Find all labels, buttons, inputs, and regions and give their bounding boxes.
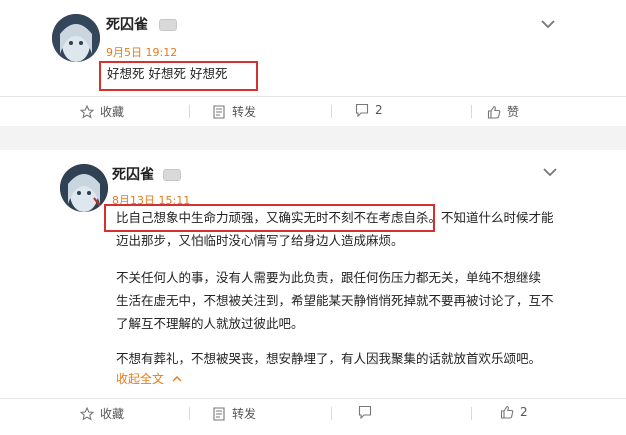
divider bbox=[471, 407, 472, 420]
favorite-button[interactable]: 收藏 bbox=[80, 405, 124, 422]
like-label: 赞 bbox=[507, 105, 520, 119]
comment-button[interactable]: 2 bbox=[355, 103, 383, 117]
repost-label: 转发 bbox=[232, 105, 257, 119]
collapse-button[interactable]: 收起全文 bbox=[116, 370, 182, 387]
text-line: 迈出那步，又怕临时没心情写了给身边人造成麻烦。 bbox=[116, 233, 404, 248]
comment-button[interactable] bbox=[358, 405, 378, 419]
star-icon bbox=[80, 104, 94, 119]
post-paragraph: 不关任何人的事，没有人需要为此负责，跟任何伤压力都无关，单纯不想继续 生活在虚无… bbox=[116, 266, 576, 335]
chevron-down-icon[interactable] bbox=[542, 164, 558, 178]
vip-badge bbox=[163, 169, 181, 181]
username[interactable]: 死囚雀 bbox=[106, 14, 148, 34]
divider bbox=[471, 105, 472, 118]
repost-icon bbox=[213, 406, 225, 421]
divider bbox=[331, 407, 332, 420]
text-line: 了解互不理解的人就放过彼此吧。 bbox=[116, 316, 304, 331]
highlight-box bbox=[99, 61, 258, 91]
favorite-label: 收藏 bbox=[100, 105, 125, 119]
post-card: 死囚雀 8月13日 15:11 比自己想象中生命力顽强，又确实无时不刻不在考虑自… bbox=[0, 150, 626, 435]
avatar[interactable] bbox=[52, 14, 100, 62]
text-line: 不关任何人的事，没有人需要为此负责，跟任何伤压力都无关，单纯不想继续 bbox=[116, 270, 542, 285]
thumbs-up-icon bbox=[500, 405, 514, 419]
text-line: 生活在虚无中，不想被关注到，希望能某天静悄悄死掉就不要再被讨论了，互不 bbox=[116, 293, 554, 308]
star-icon bbox=[80, 406, 94, 421]
username[interactable]: 死囚雀 bbox=[112, 164, 154, 184]
repost-button[interactable]: 转发 bbox=[212, 405, 256, 422]
divider bbox=[189, 407, 190, 420]
repost-button[interactable]: 转发 bbox=[212, 103, 256, 120]
favorite-label: 收藏 bbox=[100, 407, 125, 421]
text-line: 不想有葬礼，不想被哭丧，想安静埋了，有人因我聚集的话就放首欢乐颂吧。 bbox=[116, 351, 542, 366]
collapse-label: 收起全文 bbox=[116, 372, 165, 386]
action-bar: 收藏 转发 2 bbox=[0, 398, 626, 427]
repost-label: 转发 bbox=[232, 407, 257, 421]
chevron-down-icon[interactable] bbox=[540, 16, 556, 30]
comment-icon bbox=[358, 405, 372, 419]
highlight-box bbox=[104, 204, 435, 232]
like-count: 2 bbox=[520, 405, 528, 419]
vip-badge bbox=[159, 19, 177, 31]
post-card: 死囚雀 9月5日 19:12 好想死 好想死 好想死 收藏 转发 2 赞 bbox=[0, 0, 626, 126]
divider bbox=[189, 105, 190, 118]
comment-icon bbox=[355, 103, 369, 117]
like-button[interactable]: 2 bbox=[500, 405, 528, 419]
like-button[interactable]: 赞 bbox=[487, 103, 519, 120]
timestamp[interactable]: 9月5日 19:12 bbox=[106, 44, 177, 60]
divider bbox=[331, 105, 332, 118]
comment-count: 2 bbox=[375, 103, 383, 117]
chevron-up-icon bbox=[172, 376, 182, 382]
post-paragraph: 不想有葬礼，不想被哭丧，想安静埋了，有人因我聚集的话就放首欢乐颂吧。 bbox=[116, 347, 576, 370]
avatar[interactable] bbox=[60, 164, 108, 212]
repost-icon bbox=[213, 104, 225, 119]
action-bar: 收藏 转发 2 赞 bbox=[0, 96, 626, 125]
favorite-button[interactable]: 收藏 bbox=[80, 103, 124, 120]
thumbs-up-icon bbox=[487, 105, 501, 119]
